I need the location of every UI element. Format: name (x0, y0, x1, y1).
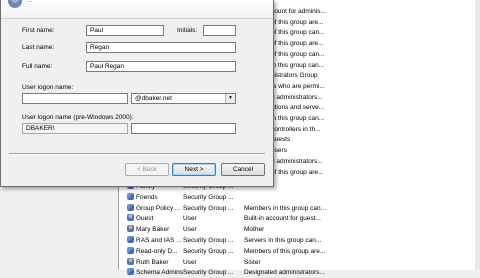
list-item[interactable]: Read-only D... Security Group ... Members … (119, 246, 475, 257)
list-item-description: Built-in account for guest... (244, 215, 321, 223)
list-item-name-text: Ruth Baker (136, 258, 169, 266)
full-name-label: Full name: (22, 63, 53, 70)
list-item-description: Members in this group can... (244, 204, 327, 212)
group-icon (127, 246, 134, 254)
list-item-name: Ruth Baker (127, 257, 185, 268)
list-item-description: d administrators... (271, 93, 323, 101)
list-item-type: User (183, 258, 197, 266)
list-item-name-text: Friends (136, 193, 158, 201)
list-item-type: Security Group ... (183, 193, 234, 201)
list-item-description: Sister (244, 258, 261, 266)
user-icon (8, 0, 22, 8)
list-item-name: Group Policy ... (127, 203, 185, 214)
list-item-description: in this group can... (271, 115, 325, 122)
list-item-name: RAS and IAS ... (127, 235, 185, 246)
back-button[interactable]: < Back (125, 163, 169, 176)
list-item[interactable]: RAS and IAS ... Security Group ... Servers… (119, 235, 475, 246)
user-icon (127, 225, 134, 233)
list-item-type: User (183, 215, 197, 223)
list-item-name-text: Mary Baker (136, 226, 170, 234)
group-icon (127, 203, 134, 211)
list-item[interactable]: Group Policy ... Security Group ... Member… (119, 203, 475, 214)
list-item-name: Friends (127, 192, 185, 203)
button-separator (9, 153, 265, 155)
list-item-description: of this group can... (271, 50, 325, 58)
domain-suffix-value: @dbaker.net (135, 95, 172, 102)
pre2000-domain-field: DBAKER\ (22, 123, 128, 134)
list-item-name: Read-only D... (127, 246, 185, 257)
initials-label: Initials: (177, 27, 198, 34)
first-name-field[interactable]: Paul (86, 25, 164, 36)
list-item[interactable]: Schema Admins Security Group ... Designate… (119, 267, 475, 278)
domain-suffix-dropdown[interactable]: @dbaker.net ▼ (131, 93, 236, 104)
group-icon (127, 268, 134, 276)
list-item[interactable]: Friends Security Group ... (119, 192, 475, 203)
list-item-description: Members of this group are... (244, 247, 326, 255)
list-item-description: of this group are... (271, 168, 324, 176)
last-name-label: Last name: (22, 44, 55, 51)
list-item-name: Mary Baker (127, 224, 185, 235)
list-item[interactable]: Mary Baker User Mother (119, 224, 475, 235)
list-item[interactable]: Guest User Built-in account for guest... (119, 213, 475, 224)
cancel-button[interactable]: Cancel (221, 163, 265, 176)
next-button[interactable]: Next > (172, 163, 216, 176)
group-icon (127, 192, 134, 200)
list-item-name-text: Guest (136, 215, 154, 223)
pre2000-name-field[interactable] (131, 123, 236, 134)
list-item-description: in this group can... (271, 61, 325, 69)
list-item-description: controllers in th... (271, 125, 321, 133)
dialog-header: ... (1, 0, 273, 19)
full-name-field[interactable]: Paul Regan (86, 61, 236, 72)
list-item-description: d administrators... (271, 157, 323, 165)
list-item-description: of this group can... (271, 29, 325, 37)
list-item-description: of this group are... (271, 40, 324, 48)
logon-name-label: User logon name: (22, 84, 74, 91)
list-item[interactable]: Ruth Baker User Sister (119, 257, 475, 268)
list-item-description: nistrators Group (271, 72, 318, 80)
vertical-scrollbar[interactable] (475, 0, 480, 270)
list-item-name-text: Schema Admins (136, 269, 183, 277)
list-item-description: count for adminis... (271, 8, 326, 15)
last-name-field[interactable]: Regan (86, 42, 236, 53)
list-item-description: rs who are permi... (271, 82, 325, 90)
list-item-description: Servers in this group can... (244, 237, 322, 244)
logon-name-field[interactable] (22, 93, 128, 104)
list-item-name-text: RAS and IAS ... (136, 237, 182, 244)
list-item-name: Schema Admins (127, 267, 185, 278)
list-item-description: Designated administrators... (244, 269, 325, 277)
user-icon (127, 214, 134, 222)
list-item-type: Security Group ... (183, 204, 234, 212)
list-item-name-text: Group Policy ... (136, 204, 181, 212)
list-item-description: Mother (244, 226, 265, 234)
initials-field[interactable] (203, 25, 236, 36)
user-icon (127, 257, 134, 265)
list-item-type: Security Group ... (183, 269, 234, 277)
chevron-down-icon[interactable]: ▼ (225, 94, 235, 103)
list-item-type: Security Group ... (183, 237, 234, 244)
list-item-name: Guest (127, 213, 185, 224)
list-item-type: User (183, 226, 197, 234)
dialog-title: ... (27, 0, 33, 4)
logon-pre2000-label: User logon name (pre-Windows 2000): (22, 114, 134, 121)
first-name-label: First name: (22, 27, 55, 34)
new-user-dialog: ... First name: Paul Initials: Last name… (0, 0, 274, 187)
list-item-description: ations and serve... (271, 104, 325, 112)
list-item-name-text: Read-only D... (136, 247, 178, 255)
list-item-type: Security Group ... (183, 247, 234, 255)
list-item-description: of this group are... (271, 18, 324, 26)
group-icon (127, 236, 134, 243)
